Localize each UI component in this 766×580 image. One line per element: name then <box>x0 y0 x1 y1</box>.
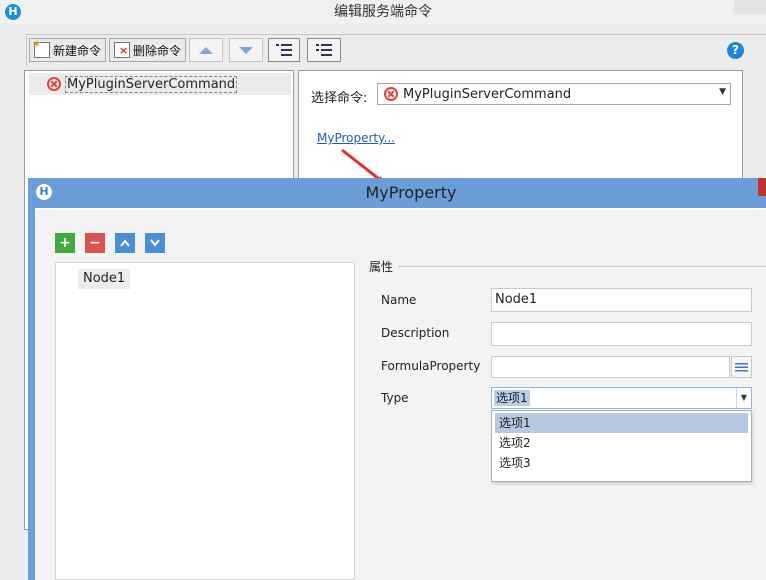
formula-icon <box>735 363 748 372</box>
command-list-item[interactable]: MyPluginServerCommand <box>29 73 291 95</box>
formula-property-field[interactable] <box>491 356 730 378</box>
move-up-button[interactable] <box>189 38 223 62</box>
type-label: Type <box>381 391 409 405</box>
error-icon <box>384 87 398 101</box>
new-command-label: 新建命令 <box>53 43 102 58</box>
description-field[interactable] <box>491 322 752 346</box>
property-dialog-title: MyProperty <box>365 183 457 202</box>
type-option[interactable]: 选项1 <box>495 413 748 433</box>
indent-button[interactable] <box>268 38 300 62</box>
new-command-icon: ✶ <box>32 38 50 58</box>
outdent-icon <box>316 44 332 56</box>
arrow-down-icon <box>239 46 253 54</box>
dialog-close-button-partial[interactable] <box>758 178 766 196</box>
node-up-button[interactable] <box>115 233 135 253</box>
tree-node[interactable]: Node1 <box>78 269 131 289</box>
move-down-button[interactable] <box>229 38 263 62</box>
remove-node-button[interactable]: − <box>85 233 105 253</box>
formula-property-label: FormulaProperty <box>381 359 481 373</box>
close-button-partial[interactable] <box>734 0 766 14</box>
type-dropdown-list: 选项1 选项2 选项3 <box>491 410 752 482</box>
delete-command-label: 删除命令 <box>133 43 182 58</box>
description-label: Description <box>381 326 450 340</box>
command-select-value: MyPluginServerCommand <box>403 86 572 102</box>
type-option[interactable]: 选项3 <box>495 453 748 473</box>
command-select[interactable]: MyPluginServerCommand ▼ <box>377 83 731 105</box>
chevron-down-icon: ▼ <box>736 388 751 408</box>
name-label: Name <box>381 293 417 307</box>
chevron-down-icon: ▼ <box>719 87 726 97</box>
type-option[interactable]: 选项2 <box>495 433 748 453</box>
properties-divider <box>398 266 766 267</box>
name-field[interactable]: Node1 <box>491 288 752 312</box>
new-command-button[interactable]: ✶ 新建命令 <box>29 38 107 62</box>
formula-editor-button[interactable] <box>731 356 752 378</box>
delete-command-icon: × <box>114 42 130 58</box>
properties-section-title: 属性 <box>369 260 394 274</box>
error-icon <box>47 77 61 91</box>
type-select-value: 选项1 <box>494 390 530 406</box>
chevron-down-icon <box>150 239 160 247</box>
arrow-up-icon <box>199 46 213 54</box>
help-icon[interactable]: ? <box>727 42 744 59</box>
node-tree: Node1 <box>55 262 355 580</box>
delete-command-button[interactable]: × 删除命令 <box>109 38 187 62</box>
command-list-item-label: MyPluginServerCommand <box>65 75 238 93</box>
add-node-button[interactable]: + <box>55 233 75 253</box>
select-command-label: 选择命令: <box>311 91 368 106</box>
indent-icon <box>276 44 292 56</box>
outdent-button[interactable] <box>307 38 341 62</box>
chevron-up-icon <box>120 239 130 247</box>
window-title: 编辑服务端命令 <box>334 4 432 20</box>
type-select[interactable]: 选项1 ▼ <box>491 387 752 409</box>
node-down-button[interactable] <box>145 233 165 253</box>
